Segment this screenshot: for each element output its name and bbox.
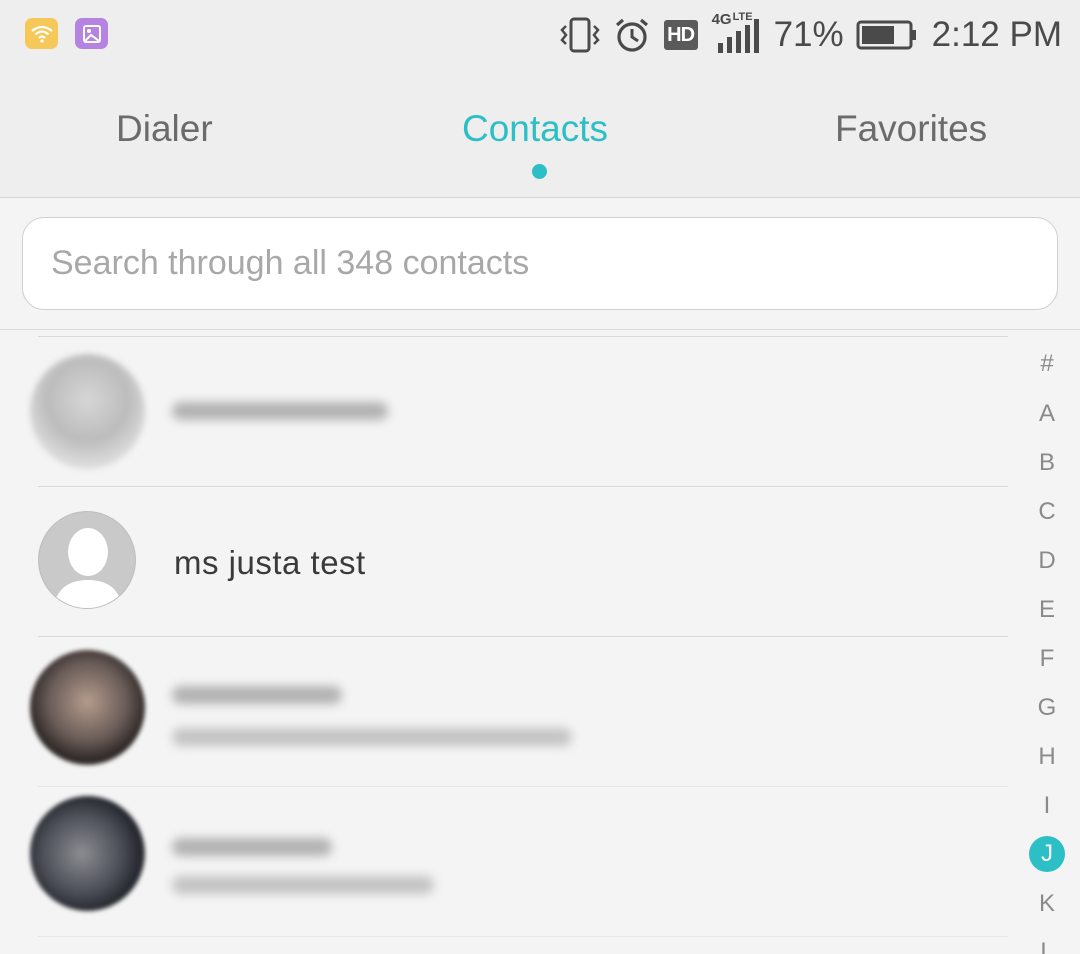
index-letter[interactable]: F — [1014, 645, 1080, 673]
alarm-icon — [614, 17, 650, 53]
contact-row[interactable]: ms justa test — [0, 486, 1010, 637]
alphabet-index[interactable]: # A B C D E F G H I J K L — [1014, 340, 1080, 954]
status-bar: HD 4G LTE 71% 2:12 PM — [0, 0, 1080, 72]
tab-contacts[interactable]: Contacts — [462, 108, 608, 150]
search-area — [0, 198, 1080, 330]
status-icons: HD 4G LTE 71% 2:12 PM — [559, 11, 1062, 58]
index-letter[interactable]: K — [1014, 890, 1080, 918]
contact-row[interactable] — [0, 786, 1010, 937]
battery-percent: 71% — [773, 15, 844, 54]
wifi-notification-icon — [25, 18, 58, 49]
divider — [38, 936, 1008, 937]
tab-bar: Dialer Contacts Favorites — [0, 72, 1080, 198]
index-letter[interactable]: D — [1014, 547, 1080, 575]
avatar — [30, 650, 145, 765]
active-tab-indicator — [532, 164, 547, 179]
index-letter[interactable]: H — [1014, 743, 1080, 771]
redacted-name — [172, 402, 388, 420]
redacted-detail — [172, 876, 434, 894]
redacted-name — [172, 838, 332, 856]
redacted-detail — [172, 728, 572, 746]
tab-favorites[interactable]: Favorites — [835, 108, 987, 150]
index-letter[interactable]: G — [1014, 694, 1080, 722]
avatar — [30, 354, 145, 469]
avatar — [38, 511, 136, 609]
index-letter[interactable]: A — [1014, 400, 1080, 428]
index-letter[interactable]: # — [1014, 350, 1080, 378]
index-letter[interactable]: C — [1014, 498, 1080, 526]
avatar — [30, 796, 145, 911]
hd-label: HD — [663, 20, 698, 50]
contact-name: ms justa test — [174, 544, 366, 581]
contact-row[interactable] — [0, 636, 1010, 787]
index-letter[interactable]: I — [1014, 792, 1080, 820]
hd-voice-icon: HD — [663, 20, 698, 50]
signal-4g-lte-icon: 4G LTE — [712, 11, 760, 57]
search-input[interactable] — [22, 217, 1058, 310]
contact-row[interactable] — [0, 336, 1010, 487]
redacted-name — [172, 686, 342, 704]
clock: 2:12 PM — [931, 15, 1062, 54]
contacts-screen: HD 4G LTE 71% 2:12 PM Dialer Contacts Fa… — [0, 0, 1080, 954]
contact-list: ms justa test — [0, 336, 1010, 954]
battery-icon — [856, 19, 918, 51]
gallery-notification-icon — [75, 18, 108, 49]
index-letter[interactable]: E — [1014, 596, 1080, 624]
index-letter[interactable]: B — [1014, 449, 1080, 477]
index-letter-active[interactable]: J — [1029, 836, 1065, 872]
vibrate-icon — [559, 17, 600, 53]
tab-dialer[interactable]: Dialer — [116, 108, 213, 150]
index-letter[interactable]: L — [1014, 938, 1080, 954]
default-avatar-icon — [53, 528, 123, 608]
